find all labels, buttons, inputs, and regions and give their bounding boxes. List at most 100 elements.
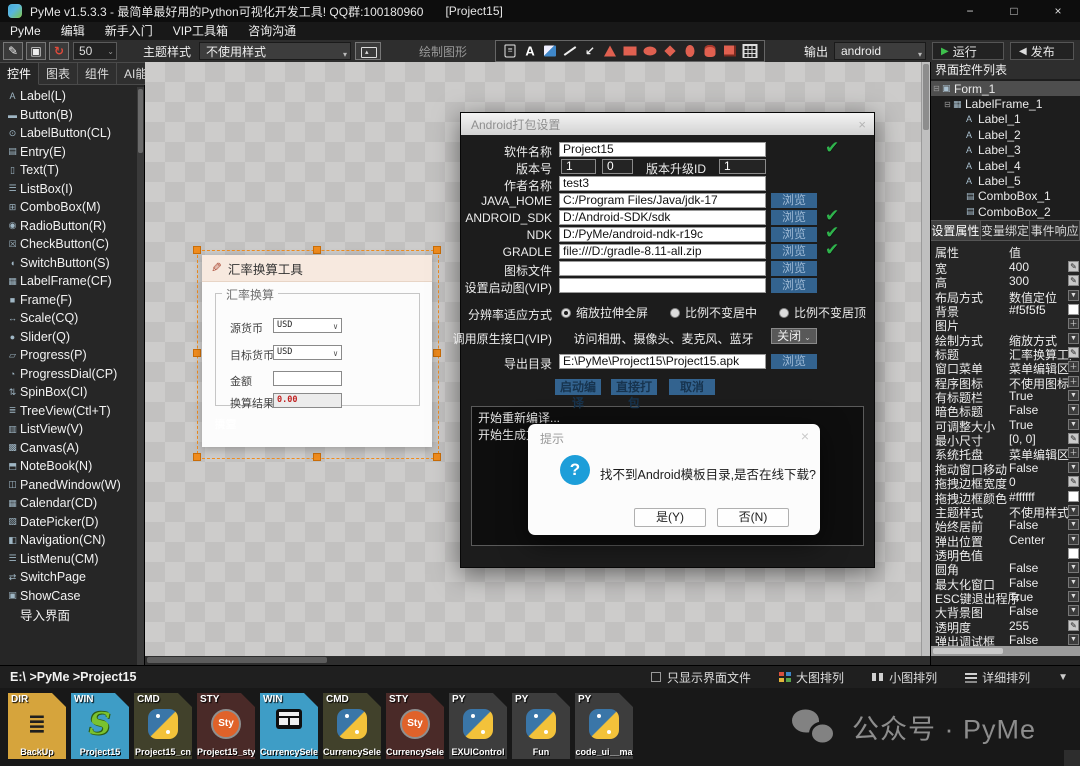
field-input[interactable] xyxy=(559,278,766,293)
refresh-icon[interactable]: ↻ xyxy=(49,42,69,60)
tree-node[interactable]: A Label_1 xyxy=(931,112,1080,127)
export-path-input[interactable]: E:\PyMe\Project15\Project15.apk xyxy=(559,354,766,369)
property-value[interactable]: True xyxy=(1009,389,1033,403)
property-row[interactable]: 拖拽边框颜色 #ffffff xyxy=(931,490,1080,504)
property-edit-control[interactable] xyxy=(1068,519,1079,530)
property-value[interactable]: #ffffff xyxy=(1009,490,1035,504)
property-edit-control[interactable] xyxy=(1068,620,1079,631)
widget-list-item[interactable]: ▱ Progress(P) xyxy=(0,346,136,365)
widget-list-item[interactable]: ⬒ NoteBook(N) xyxy=(0,457,136,476)
property-edit-control[interactable] xyxy=(1068,548,1079,559)
widget-list-item[interactable]: ⇅ SpinBox(CI) xyxy=(0,383,136,402)
widget-list-item[interactable]: ▦ LabelFrame(CF) xyxy=(0,272,136,291)
close-icon[interactable]: × xyxy=(801,428,809,444)
property-edit-control[interactable] xyxy=(1068,376,1079,387)
property-edit-control[interactable] xyxy=(1068,447,1079,458)
property-edit-control[interactable] xyxy=(1068,605,1079,616)
radio-icon[interactable] xyxy=(670,308,680,318)
property-row[interactable]: 始终居前 False xyxy=(931,518,1080,532)
version-minor-input[interactable]: 0 xyxy=(602,159,633,174)
property-row[interactable]: 高 300 xyxy=(931,274,1080,288)
property-tab[interactable]: 事件响应 xyxy=(1030,220,1080,241)
property-row[interactable]: 系统托盘 菜单编辑区 xyxy=(931,446,1080,460)
file-tile[interactable]: PY S Sty ≣ EXUIControl xyxy=(449,693,507,759)
widget-list-item[interactable]: ≣ TreeView(Ctl+T) xyxy=(0,402,136,421)
property-edit-control[interactable] xyxy=(1068,534,1079,545)
tree-node[interactable]: A Label_3 xyxy=(931,143,1080,158)
shape-tool-icon[interactable] xyxy=(622,44,638,58)
widget-list-item[interactable]: ▣ ShowCase xyxy=(0,587,136,606)
property-row[interactable]: 图片 xyxy=(931,317,1080,331)
widget-list-item[interactable]: ⊞ ComboBox(M) xyxy=(0,198,136,217)
property-row[interactable]: 最小尺寸 [0, 0] xyxy=(931,432,1080,446)
designed-form[interactable]: ✎ 汇率换算工具 汇率换算 源货币 USD 目标货币 xyxy=(202,255,432,447)
property-row[interactable]: ESC键退出程序 True xyxy=(931,590,1080,604)
design-canvas[interactable]: ✎ 汇率换算工具 汇率换算 源货币 USD 目标货币 xyxy=(145,62,930,665)
menu-item[interactable]: 编辑 xyxy=(51,22,95,40)
property-edit-control[interactable] xyxy=(1068,591,1079,602)
tree-node[interactable]: ▤ ComboBox_1 xyxy=(931,189,1080,204)
property-edit-control[interactable] xyxy=(1068,361,1079,372)
property-row[interactable]: 窗口菜单 菜单编辑区 xyxy=(931,360,1080,374)
selection-handle[interactable] xyxy=(433,453,441,461)
selection-handle[interactable] xyxy=(433,246,441,254)
version-major-input[interactable]: 1 xyxy=(561,159,596,174)
shape-tool-icon[interactable] xyxy=(642,44,658,58)
minimize-button[interactable]: − xyxy=(948,0,992,22)
property-value[interactable]: #f5f5f5 xyxy=(1009,303,1046,317)
property-tab[interactable]: 设置属性 xyxy=(931,220,981,241)
close-button[interactable]: × xyxy=(1036,0,1080,22)
widget-list-item[interactable]: ☰ ListMenu(CM) xyxy=(0,550,136,569)
shape-tool-icon[interactable] xyxy=(662,44,678,58)
widget-list-item[interactable]: ▤ Entry(E) xyxy=(0,143,136,162)
field-input[interactable]: Project15 xyxy=(559,142,766,157)
shape-tool-icon[interactable] xyxy=(702,44,718,58)
property-row[interactable]: 大背景图 False xyxy=(931,604,1080,618)
tree-node[interactable]: A Label_2 xyxy=(931,127,1080,142)
property-edit-control[interactable] xyxy=(1068,419,1079,430)
property-value[interactable]: False xyxy=(1009,518,1038,532)
property-row[interactable]: 宽 400 xyxy=(931,260,1080,274)
dialog-action-button[interactable]: 取消 xyxy=(669,379,715,395)
file-tile[interactable]: WIN S Sty ≣ CurrencySele xyxy=(260,693,318,759)
view-mode-button[interactable]: 大图排列 xyxy=(779,669,844,686)
browse-button[interactable]: 浏览 xyxy=(771,354,817,369)
browse-button[interactable]: 浏览 xyxy=(771,227,817,242)
property-edit-control[interactable] xyxy=(1068,505,1079,516)
property-row[interactable]: 透明色值 xyxy=(931,547,1080,561)
shape-tool-icon[interactable] xyxy=(722,44,738,58)
selection-handle[interactable] xyxy=(193,453,201,461)
widget-list-item[interactable]: ☒ CheckButton(C) xyxy=(0,235,136,254)
radio-option[interactable]: 缩放拉伸全屏 xyxy=(561,304,648,321)
view-mode-button[interactable]: 小图排列 xyxy=(872,669,937,686)
property-edit-control[interactable] xyxy=(1068,290,1079,301)
property-value[interactable]: False xyxy=(1009,561,1038,575)
property-value[interactable]: True xyxy=(1009,418,1033,432)
shape-tool-icon[interactable] xyxy=(582,44,598,58)
property-edit-control[interactable] xyxy=(1068,491,1079,502)
shape-tool-icon[interactable] xyxy=(562,44,578,58)
breadcrumb[interactable]: E:\ >PyMe >Project15 xyxy=(10,666,136,688)
property-edit-control[interactable] xyxy=(1068,333,1079,344)
widget-list-item[interactable]: ▥ ListView(V) xyxy=(0,420,136,439)
filter-ui-files-checkbox[interactable]: 只显示界面文件 xyxy=(651,669,751,686)
property-value[interactable]: 400 xyxy=(1009,260,1029,274)
tree-node[interactable]: ▤ ComboBox_2 xyxy=(931,204,1080,219)
property-value[interactable]: False xyxy=(1009,461,1038,475)
collapse-caret-icon[interactable]: ▼ xyxy=(1058,672,1068,683)
widget-list-item[interactable]: ■ Frame(F) xyxy=(0,291,136,310)
property-row[interactable]: 圆角 False xyxy=(931,561,1080,575)
property-row[interactable]: 背景 #f5f5f5 xyxy=(931,303,1080,317)
tree-node[interactable]: A Label_4 xyxy=(931,158,1080,173)
theme-style-select[interactable]: 不使用样式 ▾ xyxy=(199,42,351,60)
radio-icon[interactable] xyxy=(779,308,789,318)
upgrade-id-input[interactable]: 1 xyxy=(719,159,766,174)
menu-item[interactable]: PyMe xyxy=(0,22,51,40)
property-row[interactable]: 暗色标题 False xyxy=(931,403,1080,417)
file-tile[interactable]: STY S Sty ≣ Project15_sty xyxy=(197,693,255,759)
property-edit-control[interactable] xyxy=(1068,404,1079,415)
field-input[interactable]: C:/Program Files/Java/jdk-17 xyxy=(559,193,766,208)
menu-item[interactable]: 新手入门 xyxy=(95,22,163,40)
shape-tool-icon[interactable] xyxy=(522,44,538,58)
output-target-select[interactable]: android ▾ xyxy=(834,42,926,60)
